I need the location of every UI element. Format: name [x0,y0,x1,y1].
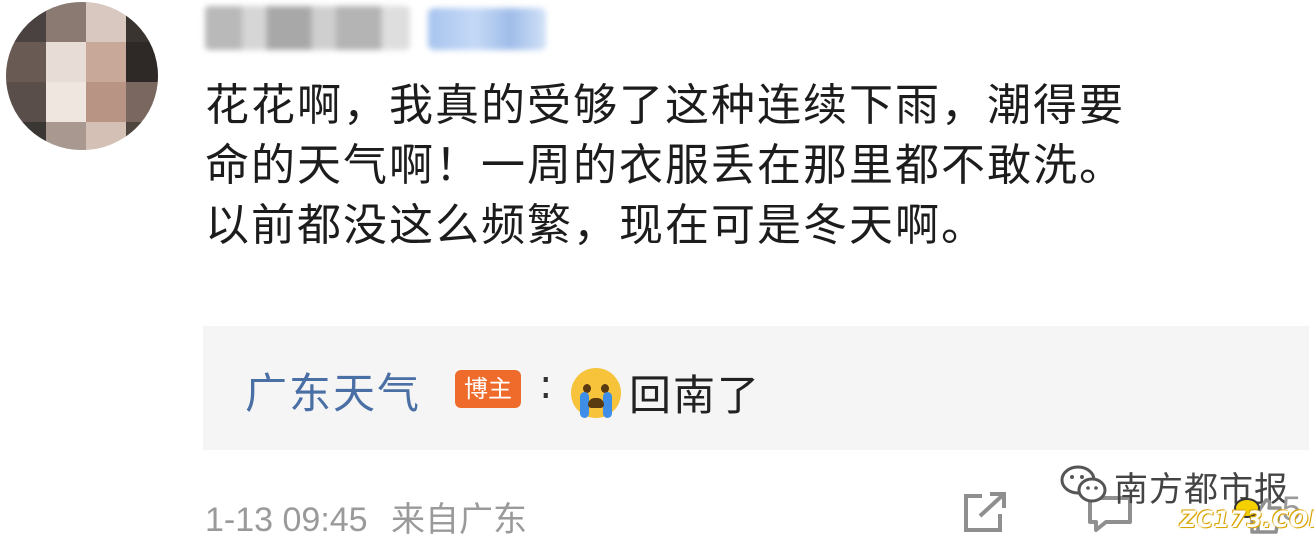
emoji-mouth [588,398,604,408]
reply-author-link[interactable]: 广东天气 [245,360,421,421]
crying-face-emoji-icon [571,368,621,418]
comment-meta: 1-13 09:45 来自广东 [205,492,527,541]
avatar-pixel [6,122,46,150]
share-icon[interactable] [960,490,1010,536]
avatar-pixel [86,122,126,150]
reply-separator: : [539,362,553,408]
avatar-pixel [126,42,158,82]
member-badge-redacted [428,8,546,50]
avatar-pixel [86,82,126,122]
avatar-pixel [46,82,86,122]
avatar-pixel [6,2,46,42]
emoji-tear [603,392,612,418]
avatar-pixel [46,2,86,42]
username-redacted[interactable] [205,6,410,50]
avatar-pixel [6,42,46,82]
avatar-pixel [46,122,86,150]
avatar-pixel [86,42,126,82]
avatar-pixel [46,42,86,82]
reply-text: 回南了 [629,371,762,420]
watermark-site: ZC173.COM [1180,508,1314,533]
comment-line: 命的天气啊！一周的衣服丢在那里都不敢洗。 [205,140,1125,191]
avatar-pixel [6,82,46,122]
wechat-logo-icon [1060,465,1107,503]
avatar-pixel [126,82,158,122]
comment-line: 花花啊，我真的受够了这种连续下雨，潮得要 [205,80,1125,131]
source-location: 来自广东 [391,501,528,539]
reply-box[interactable]: 广东天气 博主 : 回南了 [203,326,1309,450]
avatar-pixel [126,2,158,42]
blogger-badge: 博主 [455,370,521,408]
timestamp: 1-13 09:45 [205,501,368,539]
avatar-pixel [86,2,126,42]
avatar-pixel [126,122,158,150]
comment-line: 以前都没这么频繁，现在可是冬天啊。 [205,200,987,251]
comment-text: 花花啊，我真的受够了这种连续下雨，潮得要 命的天气啊！一周的衣服丢在那里都不敢洗… [205,76,1305,256]
user-avatar[interactable] [6,2,158,150]
